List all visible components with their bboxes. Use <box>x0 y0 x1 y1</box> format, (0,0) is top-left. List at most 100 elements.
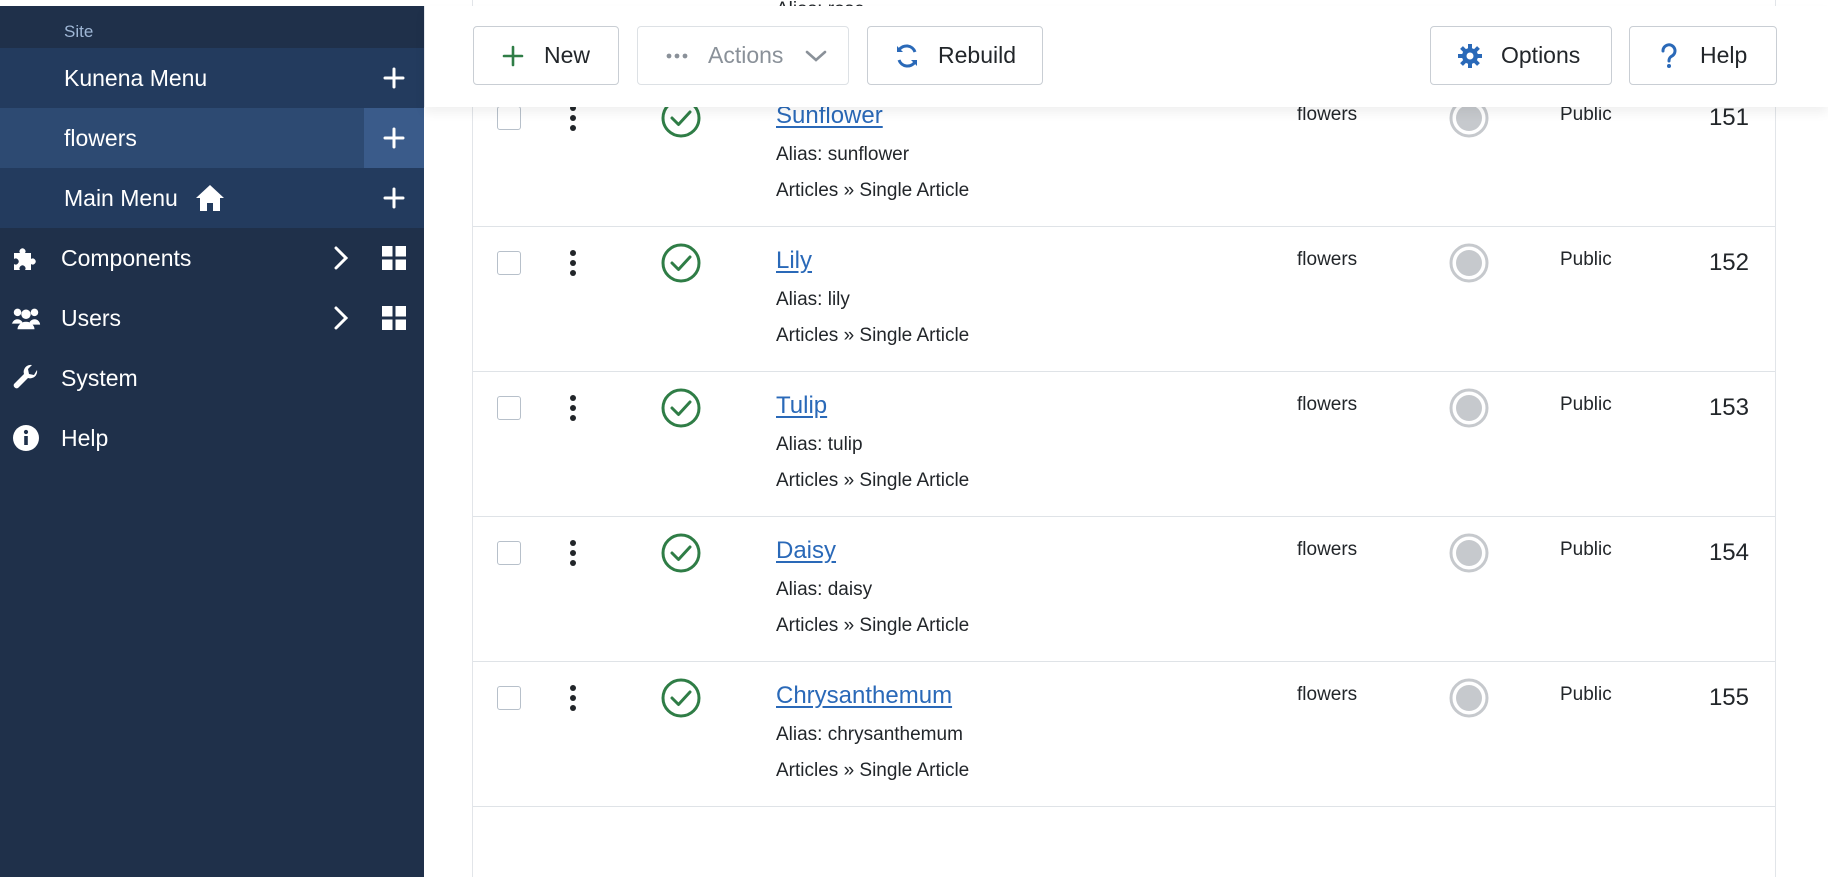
home-icon <box>195 185 224 211</box>
add-menu-item-button[interactable] <box>364 108 424 168</box>
plus-icon <box>383 127 405 149</box>
sidebar-item-help[interactable]: Help <box>0 408 424 468</box>
item-type: Articles » Single Article <box>776 615 970 636</box>
item-access-level: Public <box>1560 394 1612 415</box>
row-checkbox[interactable] <box>497 106 521 130</box>
table-row: Lily Alias: lily Articles » Single Artic… <box>473 227 1775 372</box>
toolbar: New Actions Rebuild Options Help <box>424 6 1828 107</box>
actions-dropdown-button[interactable]: Actions <box>637 26 849 85</box>
add-menu-item-button[interactable] <box>364 168 424 228</box>
table-row: Chrysanthemum Alias: chrysanthemum Artic… <box>473 662 1775 807</box>
gear-icon <box>1455 41 1485 71</box>
dashboard-grid-icon[interactable] <box>381 305 407 331</box>
item-alias: Alias: sunflower <box>776 144 910 165</box>
item-alias: Alias: chrysanthemum <box>776 724 963 745</box>
item-id: 152 <box>1708 249 1749 276</box>
new-button-label: New <box>544 42 591 68</box>
sidebar-top-strip <box>0 0 424 6</box>
item-access-level: Public <box>1560 539 1612 560</box>
plus-icon <box>498 41 528 71</box>
row-checkbox[interactable] <box>497 686 521 710</box>
actions-button-label: Actions <box>708 42 784 68</box>
item-access-level: Public <box>1560 684 1612 705</box>
sidebar: Site Kunena Menu flowers Main Menu Compo… <box>0 0 424 877</box>
item-type: Articles » Single Article <box>776 470 970 491</box>
help-button[interactable]: Help <box>1629 26 1777 85</box>
chevron-right-icon[interactable] <box>330 305 352 331</box>
help-button-label: Help <box>1700 42 1748 68</box>
sidebar-item-system[interactable]: System <box>0 348 424 408</box>
table-row: Tulip Alias: tulip Articles » Single Art… <box>473 372 1775 517</box>
row-checkbox[interactable] <box>497 396 521 420</box>
default-home-toggle-icon[interactable] <box>1449 388 1489 428</box>
item-title-link[interactable]: Lily <box>776 247 812 275</box>
item-menu: flowers <box>1297 104 1358 125</box>
item-id: 153 <box>1708 394 1749 421</box>
published-check-icon[interactable] <box>661 388 701 428</box>
dashboard-grid-icon[interactable] <box>381 245 407 271</box>
default-home-toggle-icon[interactable] <box>1449 678 1489 718</box>
item-type: Articles » Single Article <box>776 180 970 201</box>
nav-label: System <box>61 364 138 391</box>
rebuild-button[interactable]: Rebuild <box>867 26 1043 85</box>
menu-label: flowers <box>64 124 137 151</box>
item-id: 154 <box>1708 539 1749 566</box>
item-title-link[interactable]: Tulip <box>776 392 827 420</box>
published-check-icon[interactable] <box>661 243 701 283</box>
sidebar-item-kunena-menu[interactable]: Kunena Menu <box>0 48 424 108</box>
row-checkbox[interactable] <box>497 251 521 275</box>
rebuild-button-label: Rebuild <box>938 42 1016 68</box>
sidebar-item-flowers[interactable]: flowers <box>0 108 424 168</box>
item-menu: flowers <box>1297 684 1358 705</box>
kebab-menu-icon[interactable] <box>569 104 577 132</box>
published-check-icon[interactable] <box>661 678 701 718</box>
add-menu-item-button[interactable] <box>364 48 424 108</box>
plus-icon <box>383 67 405 89</box>
kebab-menu-icon[interactable] <box>569 394 577 422</box>
item-menu: flowers <box>1297 394 1358 415</box>
menu-items-list: Rose Alias: rose Articles » Single Artic… <box>472 0 1776 877</box>
plus-icon <box>383 187 405 209</box>
question-icon <box>1654 41 1684 71</box>
item-alias: Alias: tulip <box>776 434 863 455</box>
item-access-level: Public <box>1560 249 1612 270</box>
item-alias: Alias: daisy <box>776 579 873 600</box>
kebab-menu-icon[interactable] <box>569 684 577 712</box>
nav-label: Help <box>61 424 109 451</box>
table-row: Daisy Alias: daisy Articles » Single Art… <box>473 517 1775 662</box>
sidebar-item-users[interactable]: Users <box>0 288 424 348</box>
default-home-toggle-icon[interactable] <box>1449 243 1489 283</box>
item-alias: Alias: lily <box>776 289 850 310</box>
item-type: Articles » Single Article <box>776 325 970 346</box>
wrench-icon <box>10 364 42 392</box>
kebab-menu-icon[interactable] <box>569 249 577 277</box>
sidebar-item-main-menu[interactable]: Main Menu <box>0 168 424 228</box>
chevron-right-icon[interactable] <box>330 245 352 271</box>
item-access-level: Public <box>1560 104 1612 125</box>
item-type: Articles » Single Article <box>776 760 970 781</box>
menu-label: Main Menu <box>64 184 178 211</box>
sidebar-item-components[interactable]: Components <box>0 228 424 288</box>
published-check-icon[interactable] <box>661 533 701 573</box>
item-title-link[interactable]: Chrysanthemum <box>776 682 952 710</box>
row-checkbox[interactable] <box>497 541 521 565</box>
nav-label: Components <box>61 244 192 271</box>
default-home-toggle-icon[interactable] <box>1449 533 1489 573</box>
item-menu: flowers <box>1297 249 1358 270</box>
users-icon <box>10 304 42 332</box>
puzzle-icon <box>10 244 42 272</box>
item-id: 151 <box>1708 104 1749 131</box>
nav-label: Users <box>61 304 122 331</box>
new-button[interactable]: New <box>473 26 619 85</box>
kebab-menu-icon[interactable] <box>569 539 577 567</box>
item-menu: flowers <box>1297 539 1358 560</box>
site-section-label: Site <box>64 22 94 41</box>
chevron-down-icon <box>805 49 827 63</box>
ellipsis-icon <box>662 41 692 71</box>
info-icon <box>10 424 42 452</box>
options-button[interactable]: Options <box>1430 26 1612 85</box>
refresh-icon <box>892 41 922 71</box>
menus-submenu: Kunena Menu flowers Main Menu <box>0 48 424 228</box>
options-button-label: Options <box>1501 42 1581 68</box>
item-title-link[interactable]: Daisy <box>776 537 836 565</box>
